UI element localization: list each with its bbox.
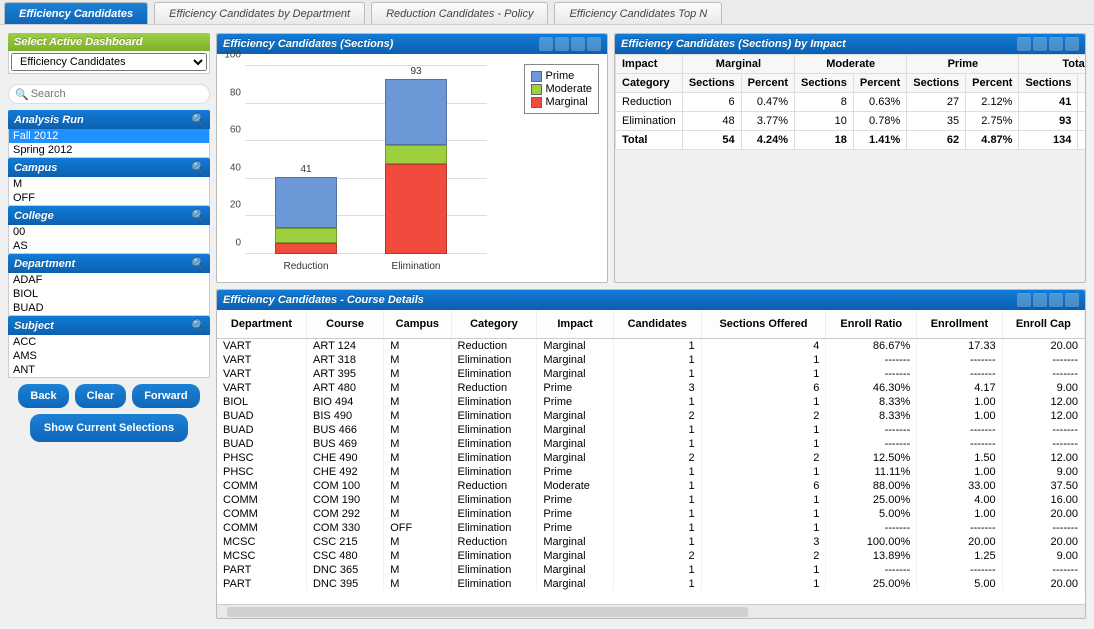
back-button[interactable]: Back xyxy=(18,384,68,408)
table-row[interactable]: COMMCOM 190MEliminationPrime1125.00%4.00… xyxy=(217,493,1085,507)
bar-segment[interactable] xyxy=(385,79,447,145)
search-input[interactable] xyxy=(29,87,203,101)
filter-header-subject[interactable]: Subject🔍 xyxy=(8,316,210,335)
search-icon: 🔍 xyxy=(15,88,29,101)
filter-header-college[interactable]: College🔍 xyxy=(8,206,210,225)
filter-item[interactable]: Fall 2012 xyxy=(9,129,209,143)
clear-button[interactable]: Clear xyxy=(75,384,127,408)
bar-segment[interactable] xyxy=(275,177,337,228)
pivot-header: Efficiency Candidates (Sections) by Impa… xyxy=(615,34,1085,54)
table-row[interactable]: MCSCCSC 215MReductionMarginal13100.00%20… xyxy=(217,535,1085,549)
table-row[interactable]: PARTDNC 365MEliminationMarginal11-------… xyxy=(217,563,1085,577)
details-widget: Efficiency Candidates - Course Details D… xyxy=(216,289,1086,619)
column-header[interactable]: Department xyxy=(217,310,306,339)
table-row[interactable]: COMMCOM 330OFFEliminationPrime11--------… xyxy=(217,521,1085,535)
details-body: DepartmentCourseCampusCategoryImpactCand… xyxy=(217,310,1085,618)
column-header[interactable]: Enroll Cap xyxy=(1002,310,1084,339)
column-header[interactable]: Category xyxy=(451,310,537,339)
column-header[interactable]: Enroll Ratio xyxy=(826,310,917,339)
filter-item[interactable]: ADAF xyxy=(9,273,209,287)
bar-segment[interactable] xyxy=(385,164,447,254)
table-row[interactable]: BUADBUS 469MEliminationMarginal11-------… xyxy=(217,437,1085,451)
table-row[interactable]: VARTART 124MReductionMarginal1486.67%17.… xyxy=(217,339,1085,354)
filter-item[interactable]: AMS xyxy=(9,349,209,363)
pivot-body: ImpactMarginalModeratePrimeTotalCategory… xyxy=(615,54,1085,150)
tab-efficiency-candidates[interactable]: Efficiency Candidates xyxy=(4,2,148,24)
dashboard-select[interactable]: Efficiency Candidates xyxy=(11,53,207,71)
table-row[interactable]: VARTART 480MReductionPrime3646.30%4.179.… xyxy=(217,381,1085,395)
filter-item[interactable]: BIOL xyxy=(9,287,209,301)
filter-item[interactable]: M xyxy=(9,177,209,191)
chart-tool-icons[interactable] xyxy=(539,37,601,51)
bar-segment[interactable] xyxy=(385,145,447,164)
pivot-widget: Efficiency Candidates (Sections) by Impa… xyxy=(614,33,1086,283)
legend-item[interactable]: Prime xyxy=(531,70,592,82)
table-row[interactable]: BIOLBIO 494MEliminationPrime118.33%1.001… xyxy=(217,395,1085,409)
filter-item[interactable]: AS xyxy=(9,239,209,253)
filter-header-analysis-run[interactable]: Analysis Run🔍 xyxy=(8,110,210,129)
column-header[interactable]: Course xyxy=(306,310,383,339)
search-icon: 🔍 xyxy=(190,161,204,174)
table-row[interactable]: COMMCOM 292MEliminationPrime115.00%1.002… xyxy=(217,507,1085,521)
column-header[interactable]: Sections Offered xyxy=(701,310,826,339)
details-title: Efficiency Candidates - Course Details xyxy=(223,294,424,306)
filter-item[interactable]: BUAD xyxy=(9,301,209,315)
pivot-tool-icons[interactable] xyxy=(1017,37,1079,51)
tab-by-department[interactable]: Efficiency Candidates by Department xyxy=(154,2,365,24)
show-selections-button[interactable]: Show Current Selections xyxy=(30,414,188,442)
filter-header-campus[interactable]: Campus🔍 xyxy=(8,158,210,177)
filter-header-department[interactable]: Department🔍 xyxy=(8,254,210,273)
forward-button[interactable]: Forward xyxy=(132,384,199,408)
filter-item[interactable]: Spring 2012 xyxy=(9,143,209,157)
bar-segment[interactable] xyxy=(275,243,337,254)
horizontal-scrollbar[interactable] xyxy=(217,604,1085,618)
tab-top-n[interactable]: Efficiency Candidates Top N xyxy=(554,2,722,24)
search-icon: 🔍 xyxy=(190,257,204,270)
legend-item[interactable]: Marginal xyxy=(531,96,592,108)
table-row[interactable]: VARTART 318MEliminationMarginal11-------… xyxy=(217,353,1085,367)
details-header: Efficiency Candidates - Course Details xyxy=(217,290,1085,310)
chart-title: Efficiency Candidates (Sections) xyxy=(223,38,393,50)
chart-body: 02040608010041Reduction93Elimination Pri… xyxy=(217,54,607,282)
filter-item[interactable]: ACC xyxy=(9,335,209,349)
column-header[interactable]: Enrollment xyxy=(917,310,1002,339)
table-row[interactable]: PHSCCHE 490MEliminationMarginal2212.50%1… xyxy=(217,451,1085,465)
column-header[interactable]: Impact xyxy=(537,310,613,339)
pivot-title: Efficiency Candidates (Sections) by Impa… xyxy=(621,38,846,50)
chart-header: Efficiency Candidates (Sections) xyxy=(217,34,607,54)
table-row[interactable]: BUADBUS 466MEliminationMarginal11-------… xyxy=(217,423,1085,437)
filter-item[interactable]: ANT xyxy=(9,363,209,377)
table-row[interactable]: MCSCCSC 480MEliminationMarginal2213.89%1… xyxy=(217,549,1085,563)
tab-reduction-policy[interactable]: Reduction Candidates - Policy xyxy=(371,2,548,24)
column-header[interactable]: Campus xyxy=(384,310,451,339)
select-dashboard-panel: Select Active Dashboard Efficiency Candi… xyxy=(8,33,210,74)
search-icon: 🔍 xyxy=(190,113,204,126)
tab-bar: Efficiency Candidates Efficiency Candida… xyxy=(0,0,1094,25)
filter-item[interactable]: OFF xyxy=(9,191,209,205)
filter-item[interactable]: 00 xyxy=(9,225,209,239)
select-dashboard-header: Select Active Dashboard xyxy=(8,33,210,51)
chart-legend: PrimeModerateMarginal xyxy=(524,64,599,114)
details-tool-icons[interactable] xyxy=(1017,293,1079,307)
chart-widget: Efficiency Candidates (Sections) 0204060… xyxy=(216,33,608,283)
bar-segment[interactable] xyxy=(275,228,337,243)
search-icon: 🔍 xyxy=(190,209,204,222)
table-row[interactable]: VARTART 395MEliminationMarginal11-------… xyxy=(217,367,1085,381)
table-row[interactable]: BUADBIS 490MEliminationMarginal228.33%1.… xyxy=(217,409,1085,423)
search-box[interactable]: 🔍 xyxy=(8,84,210,104)
table-row[interactable]: COMMCOM 100MReductionModerate1688.00%33.… xyxy=(217,479,1085,493)
table-row[interactable]: PHSCCHE 492MEliminationPrime1111.11%1.00… xyxy=(217,465,1085,479)
legend-item[interactable]: Moderate xyxy=(531,83,592,95)
column-header[interactable]: Candidates xyxy=(613,310,701,339)
table-row[interactable]: PARTDNC 395MEliminationMarginal1125.00%5… xyxy=(217,577,1085,591)
search-icon: 🔍 xyxy=(190,319,204,332)
